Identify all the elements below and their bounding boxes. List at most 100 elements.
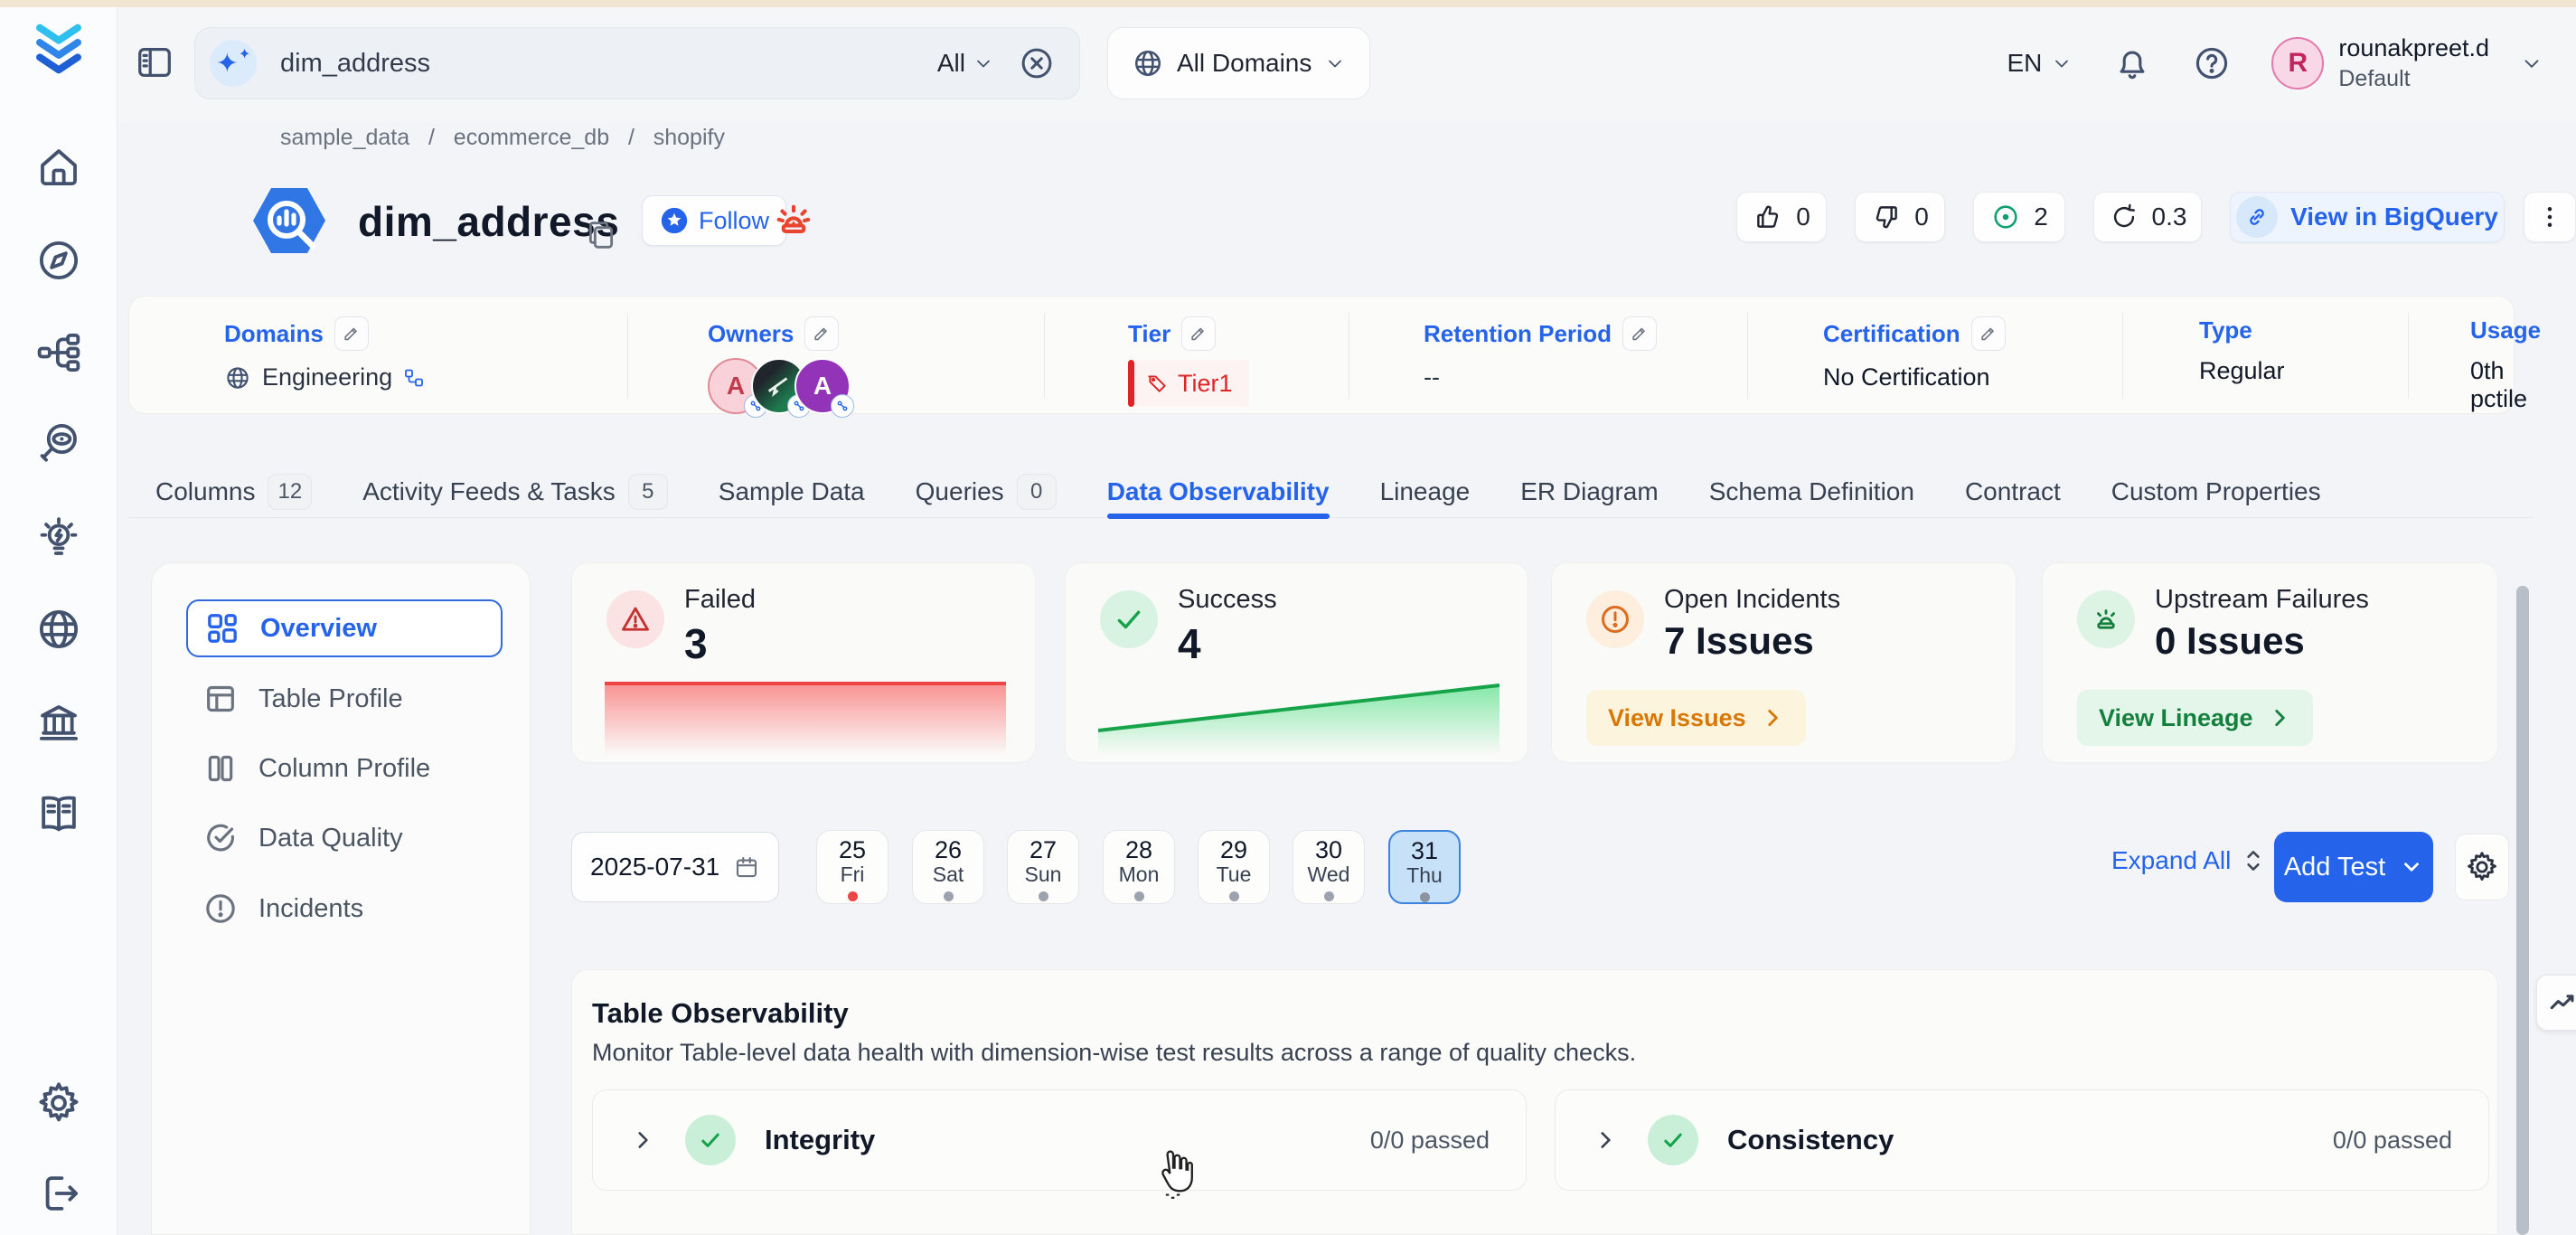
user-menu[interactable]: R rounakpreet.d Default xyxy=(2271,34,2543,92)
view-issues-button[interactable]: View Issues xyxy=(1586,690,1806,746)
lineage-graph-icon[interactable] xyxy=(33,327,84,378)
language-dropdown[interactable]: EN xyxy=(2007,49,2073,78)
tab-columns[interactable]: Columns12 xyxy=(155,455,312,518)
success-check-icon xyxy=(1100,590,1158,648)
tab-er-diagram[interactable]: ER Diagram xyxy=(1520,455,1658,518)
top-edge-strip xyxy=(0,0,2576,7)
tab-queries[interactable]: Queries0 xyxy=(916,455,1057,518)
tier-chip[interactable]: Tier1 xyxy=(1128,360,1249,407)
search-input[interactable]: dim_address xyxy=(280,49,430,79)
watchers-button[interactable]: 2 xyxy=(1973,192,2065,242)
chevron-right-icon xyxy=(2268,706,2291,730)
tag-icon xyxy=(1145,372,1169,395)
edit-domains-icon[interactable] xyxy=(334,316,369,351)
breadcrumb: sample_data / ecommerce_db / shopify xyxy=(280,125,725,151)
day-chip-30[interactable]: 30Wed xyxy=(1293,830,1365,904)
settings-gear-icon[interactable] xyxy=(33,1078,84,1128)
upvote-button[interactable]: 0 xyxy=(1736,192,1827,242)
edit-owners-icon[interactable] xyxy=(804,316,839,351)
view-lineage-button[interactable]: View Lineage xyxy=(2077,690,2313,746)
trend-flyout-button[interactable] xyxy=(2536,975,2576,1031)
copy-name-icon[interactable] xyxy=(583,215,619,255)
search-scope-dropdown[interactable]: All xyxy=(937,49,994,78)
day-chip-31-selected[interactable]: 31Thu xyxy=(1388,830,1461,904)
global-search[interactable]: ✦✦ dim_address All xyxy=(194,27,1080,99)
test-dimension-consistency[interactable]: Consistency 0/0 passed xyxy=(1555,1089,2489,1191)
day-chip-28[interactable]: 28Mon xyxy=(1103,830,1175,904)
logout-icon[interactable] xyxy=(33,1168,84,1219)
data-quality-check-icon xyxy=(202,820,239,856)
downvote-button[interactable]: 0 xyxy=(1855,192,1945,242)
overview-grid-icon xyxy=(204,610,240,646)
tab-sample-data[interactable]: Sample Data xyxy=(719,455,865,518)
breadcrumb-item[interactable]: shopify xyxy=(653,125,725,150)
expand-all-button[interactable]: Expand All xyxy=(2111,846,2265,875)
metadata-certification: Certification No Certification xyxy=(1823,297,2006,413)
clear-search-icon[interactable] xyxy=(1018,44,1056,82)
breadcrumb-item[interactable]: ecommerce_db xyxy=(454,125,609,150)
status-dot xyxy=(1420,892,1430,902)
vertical-scrollbar[interactable] xyxy=(2516,586,2529,1235)
metadata-summary-card: Domains Engineering Owners A xyxy=(128,296,2515,414)
divider xyxy=(627,313,628,399)
open-incidents-card: Open Incidents 7 Issues View Issues xyxy=(1551,562,2017,763)
expand-collapse-icon xyxy=(2242,847,2265,874)
more-actions-button[interactable] xyxy=(2524,192,2576,242)
edit-tier-icon[interactable] xyxy=(1181,316,1216,351)
home-icon[interactable] xyxy=(33,141,84,192)
bigquery-asset-icon xyxy=(246,177,333,264)
discover-compass-icon[interactable] xyxy=(33,235,84,286)
test-dimension-integrity[interactable]: Integrity 0/0 passed xyxy=(592,1089,1527,1191)
tab-custom-properties[interactable]: Custom Properties xyxy=(2111,455,2321,518)
day-chip-26[interactable]: 26Sat xyxy=(912,830,984,904)
chevron-down-icon xyxy=(973,52,994,74)
chevron-right-icon xyxy=(1761,706,1784,730)
insights-bulb-icon[interactable] xyxy=(33,512,84,562)
sidebar-toggle-icon[interactable] xyxy=(134,42,175,83)
day-chip-25[interactable]: 25Fri xyxy=(816,830,888,904)
popularity-button[interactable]: 0.3 xyxy=(2093,192,2202,242)
observability-settings-button[interactable] xyxy=(2455,834,2509,900)
atlan-logo[interactable] xyxy=(33,24,84,74)
announcement-alert-icon[interactable] xyxy=(770,197,817,244)
tab-contract[interactable]: Contract xyxy=(1965,455,2061,518)
subnav-column-profile[interactable]: Column Profile xyxy=(186,740,503,797)
subnav-incidents[interactable]: Incidents xyxy=(186,880,503,938)
all-domains-dropdown[interactable]: All Domains xyxy=(1107,27,1370,99)
governance-bank-icon[interactable] xyxy=(33,698,84,749)
profile-search-icon[interactable] xyxy=(33,418,84,468)
add-test-button[interactable]: Add Test xyxy=(2274,832,2433,902)
subnav-overview[interactable]: Overview xyxy=(186,599,503,657)
glossary-book-icon[interactable] xyxy=(33,788,84,839)
kebab-menu-icon xyxy=(2536,203,2563,231)
tab-data-observability[interactable]: Data Observability xyxy=(1107,455,1330,518)
user-avatar: R xyxy=(2271,37,2324,90)
help-icon[interactable] xyxy=(2192,43,2232,83)
notifications-bell-icon[interactable] xyxy=(2112,43,2152,83)
success-trend-chart xyxy=(1098,679,1500,755)
day-chip-27[interactable]: 27Sun xyxy=(1007,830,1079,904)
breadcrumb-item[interactable]: sample_data xyxy=(280,125,409,150)
chevron-right-icon[interactable] xyxy=(1594,1128,1617,1152)
chevron-right-icon[interactable] xyxy=(631,1128,654,1152)
domain-link[interactable]: Engineering xyxy=(262,363,392,391)
link-icon xyxy=(2236,196,2278,238)
day-chip-29[interactable]: 29Tue xyxy=(1198,830,1270,904)
watch-target-icon xyxy=(1990,202,2021,232)
tab-activity-feeds[interactable]: Activity Feeds & Tasks5 xyxy=(362,455,668,518)
date-picker[interactable]: 2025-07-31 xyxy=(571,832,779,902)
edit-certification-icon[interactable] xyxy=(1971,316,2006,351)
subnav-table-profile[interactable]: Table Profile xyxy=(186,670,503,728)
divider xyxy=(2408,313,2409,399)
domains-globe-icon[interactable] xyxy=(33,604,84,655)
status-dot xyxy=(944,891,954,901)
view-in-bigquery-button[interactable]: View in BigQuery xyxy=(2230,192,2505,242)
status-dot xyxy=(1324,891,1334,901)
follow-button[interactable]: Follow xyxy=(642,195,786,246)
subnav-data-quality[interactable]: Data Quality xyxy=(186,809,503,867)
tab-lineage[interactable]: Lineage xyxy=(1380,455,1471,518)
owner-avatar[interactable]: A xyxy=(794,358,851,414)
tab-schema-definition[interactable]: Schema Definition xyxy=(1709,455,1914,518)
breadcrumb-separator: / xyxy=(416,125,447,150)
edit-retention-icon[interactable] xyxy=(1622,316,1657,351)
